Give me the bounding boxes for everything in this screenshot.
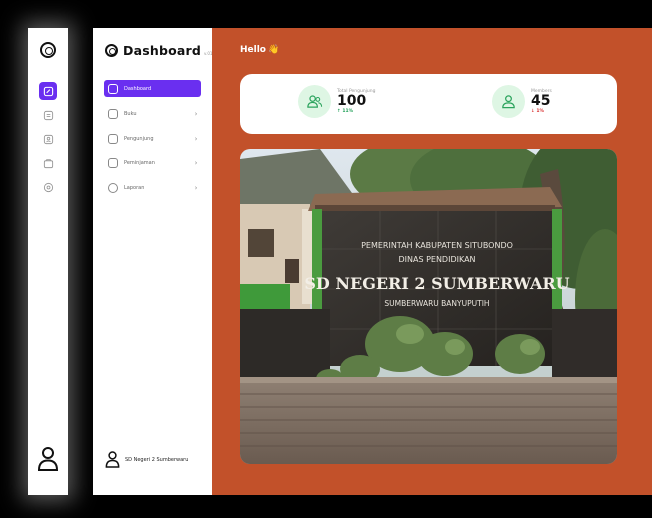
rail-dashboard-button[interactable]: [39, 82, 57, 100]
logo-icon[interactable]: [40, 42, 56, 58]
school-photo: PEMERINTAH KABUPATEN SITUBONDO DINAS PEN…: [240, 149, 617, 464]
sidebar-item-label: Laporan: [124, 184, 145, 191]
member-icon: [492, 85, 525, 118]
visitors-icon: [298, 85, 331, 118]
stat-trend-up: ↑ 11%: [337, 109, 354, 114]
app-title: Dashboard: [123, 43, 202, 58]
user-icon: [105, 451, 120, 468]
sidebar-item-label: Buku: [124, 110, 137, 117]
dashboard-icon: [108, 83, 118, 94]
stat-total-pengunjung: Total Pengunjung 100 ↑ 11%: [298, 85, 376, 118]
sidebar-item-label: Pengunjung: [124, 135, 154, 142]
chevron-right-icon: ›: [194, 134, 198, 143]
greeting-text: Hello: [240, 45, 266, 55]
visitor-icon: [43, 134, 53, 144]
chevron-right-icon: ›: [194, 109, 198, 118]
app-frame: Dashboard v.01 Dashboard Buku › Pengunju…: [0, 0, 652, 518]
svg-text:SD NEGERI 2 SUMBERWARU: SD NEGERI 2 SUMBERWARU: [304, 274, 569, 293]
sidebar-item-label: Peminjaman: [124, 159, 155, 166]
rail-book-button[interactable]: [39, 106, 57, 124]
sidebar-header: Dashboard v.01: [105, 43, 212, 58]
sidebar: Dashboard v.01 Dashboard Buku › Pengunju…: [93, 28, 212, 495]
wave-emoji: 👋: [268, 45, 280, 55]
svg-text:PEMERINTAH KABUPATEN SITUBONDO: PEMERINTAH KABUPATEN SITUBONDO: [361, 241, 513, 250]
dashboard-icon: [43, 86, 53, 96]
book-icon: [108, 108, 118, 119]
chevron-right-icon: ›: [194, 183, 198, 192]
sidebar-item-laporan[interactable]: Laporan ›: [104, 179, 201, 196]
sidebar-item-pengunjung[interactable]: Pengunjung ›: [104, 130, 201, 147]
book-icon: [43, 110, 53, 120]
visitor-icon: [108, 133, 118, 144]
sidebar-item-label: Dashboard: [124, 85, 152, 92]
rail-report-button[interactable]: [39, 178, 57, 196]
main-content: Hello 👋 Total Pengunjung 100 ↑ 11% Membe…: [212, 28, 652, 495]
stat-value: 45: [531, 93, 551, 109]
stats-card: Total Pengunjung 100 ↑ 11% Members 45 ↓ …: [240, 74, 617, 134]
stat-trend-down: ↓ 1%: [531, 109, 544, 114]
report-icon: [108, 182, 118, 193]
user-name: SD Negeri 2 Sumberwaru: [125, 456, 189, 463]
rail-visitor-button[interactable]: [39, 130, 57, 148]
school-sign-image: PEMERINTAH KABUPATEN SITUBONDO DINAS PEN…: [240, 149, 617, 464]
borrow-icon: [43, 158, 53, 168]
sidebar-user[interactable]: SD Negeri 2 Sumberwaru: [105, 450, 188, 469]
stat-value: 100: [337, 93, 367, 109]
stat-members: Members 45 ↓ 1%: [492, 85, 552, 118]
icon-rail: [28, 28, 68, 495]
sidebar-item-peminjaman[interactable]: Peminjaman ›: [104, 154, 201, 171]
chevron-right-icon: ›: [194, 158, 198, 167]
user-icon[interactable]: [37, 446, 59, 472]
borrow-icon: [108, 157, 118, 168]
dashboard-logo-icon: [105, 44, 118, 57]
sidebar-item-dashboard[interactable]: Dashboard: [104, 80, 201, 97]
greeting: Hello 👋: [240, 45, 279, 55]
sidebar-item-buku[interactable]: Buku ›: [104, 105, 201, 122]
report-icon: [43, 182, 53, 192]
svg-text:SUMBERWARU BANYUPUTIH: SUMBERWARU BANYUPUTIH: [384, 299, 489, 308]
rail-borrow-button[interactable]: [39, 154, 57, 172]
svg-text:DINAS PENDIDIKAN: DINAS PENDIDIKAN: [398, 255, 475, 264]
